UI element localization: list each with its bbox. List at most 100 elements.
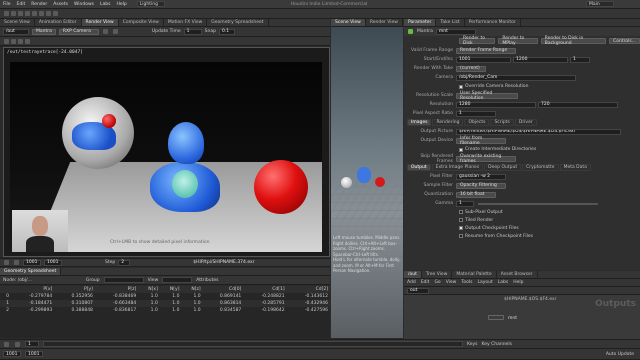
- shelf-tool-icon[interactable]: [53, 11, 58, 16]
- tab-animation-editor[interactable]: Animation Editor: [35, 19, 82, 26]
- tab-render-view-middle[interactable]: Render View: [366, 19, 403, 26]
- node-name-field[interactable]: mnt: [435, 28, 476, 35]
- network-path-field[interactable]: out: [407, 287, 429, 294]
- network-menu-view[interactable]: View: [446, 280, 457, 285]
- menu-file[interactable]: File: [3, 2, 11, 7]
- tab-scene-view-middle[interactable]: Scene View: [331, 19, 366, 26]
- desktop-selector[interactable]: Lighting: [136, 1, 165, 7]
- step-field[interactable]: 2: [118, 259, 131, 266]
- render-viewport[interactable]: /out/testrayetrace[-24.0047] Ctrl+LMB to…: [3, 47, 330, 257]
- play-back-icon[interactable]: [4, 260, 9, 265]
- tab-take-list[interactable]: Take List: [436, 19, 465, 26]
- column-header[interactable]: N[y]: [159, 286, 182, 293]
- tab-images[interactable]: Images: [407, 119, 432, 126]
- tab-geometry-spreadsheet[interactable]: Geometry Spreadsheet: [207, 19, 269, 26]
- menu-help[interactable]: Help: [117, 2, 127, 7]
- tab-parameter[interactable]: Parameter: [404, 19, 437, 26]
- shelf-tool-icon[interactable]: [39, 11, 44, 16]
- tab-rendering[interactable]: Rendering: [432, 119, 464, 126]
- frame-end-field[interactable]: 1001: [44, 259, 62, 266]
- play-forward-icon[interactable]: [14, 260, 19, 265]
- column-header[interactable]: Cd[2]: [286, 286, 330, 293]
- color-correction-icon[interactable]: [18, 38, 23, 44]
- column-header[interactable]: P[y]: [54, 286, 95, 293]
- shelf-tool-icon[interactable]: [4, 11, 9, 16]
- table-row[interactable]: 1 -0.184471 0.310807 -0.663484 1.0 1.0 1…: [0, 300, 330, 307]
- column-header[interactable]: [0, 286, 11, 293]
- output-picture-field[interactable]: $HIP/render/$HIPNAME/$OS/$HIPNAME.$OS.$F…: [456, 128, 621, 135]
- mantra-node[interactable]: [488, 315, 504, 320]
- render-icon[interactable]: [102, 29, 108, 34]
- inc-field[interactable]: 1: [570, 56, 590, 63]
- tab-geometry-spreadsheet-lower[interactable]: Geometry Spreadsheet: [0, 268, 62, 275]
- column-header[interactable]: N[z]: [181, 286, 203, 293]
- resolution-y-field[interactable]: 720: [538, 101, 618, 108]
- network-canvas[interactable]: Outputs $HIPNAME.$OS.$F4.exr mnt: [404, 295, 640, 340]
- menu-windows[interactable]: Windows: [74, 2, 94, 7]
- gamma-slider[interactable]: [478, 202, 598, 205]
- column-header[interactable]: Cd[0]: [202, 286, 244, 293]
- timeline-track[interactable]: [43, 341, 463, 347]
- menu-assets[interactable]: Assets: [53, 2, 68, 7]
- network-menu-labs[interactable]: Labs: [498, 280, 508, 285]
- skip-frames-dropdown[interactable]: Overwrite existing frames: [456, 154, 516, 164]
- view-field[interactable]: [162, 277, 193, 283]
- tab-output[interactable]: Output: [407, 164, 431, 171]
- current-frame-field[interactable]: 1: [25, 341, 39, 347]
- shelf-tool-icon[interactable]: [18, 11, 23, 16]
- render-background-button[interactable]: Render to Disk in Background: [540, 36, 607, 46]
- override-resolution-checkbox[interactable]: [459, 84, 463, 89]
- stop-icon[interactable]: [15, 341, 20, 347]
- network-menu-help[interactable]: Help: [513, 280, 523, 285]
- pixel-filter-field[interactable]: gaussian -w 2: [456, 173, 506, 180]
- tiled-render-checkbox[interactable]: [459, 218, 463, 222]
- update-time-field[interactable]: 1: [183, 28, 202, 35]
- network-menu-go[interactable]: Go: [434, 280, 440, 285]
- menu-edit[interactable]: Edit: [17, 2, 26, 7]
- group-field[interactable]: [103, 277, 144, 283]
- column-header[interactable]: N[x]: [138, 286, 160, 293]
- pause-icon[interactable]: [112, 29, 118, 34]
- frame-range-dropdown[interactable]: Render Frame Range: [456, 47, 516, 54]
- network-menu-tools[interactable]: Tools: [461, 280, 472, 285]
- resume-checkpoint-checkbox[interactable]: [459, 234, 463, 238]
- snap-field[interactable]: 0.1: [218, 28, 235, 35]
- controls-button[interactable]: Controls...: [609, 38, 640, 44]
- column-header[interactable]: P[x]: [10, 286, 55, 293]
- tab-performance-monitor[interactable]: Performance Monitor: [465, 19, 521, 26]
- pixel-aspect-field[interactable]: 1: [456, 110, 496, 117]
- render-with-take-dropdown[interactable]: (current): [456, 65, 486, 72]
- render-to-mplay-button[interactable]: Render to MPlay: [498, 36, 538, 46]
- shelf-tool-icon[interactable]: [32, 11, 37, 16]
- shelf-tool-icon[interactable]: [46, 11, 51, 16]
- tab-network-out[interactable]: /out: [404, 271, 422, 278]
- range-start-field[interactable]: 1001: [3, 351, 21, 357]
- quantization-dropdown[interactable]: 16 bit float: [456, 191, 496, 198]
- network-menu-layout[interactable]: Layout: [477, 280, 492, 285]
- render-node-path[interactable]: /out: [3, 28, 29, 35]
- column-header[interactable]: P[z]: [94, 286, 139, 293]
- menu-render[interactable]: Render: [31, 2, 47, 7]
- tab-scripts[interactable]: Scripts: [490, 119, 514, 126]
- tab-deep-output[interactable]: Deep Output: [484, 164, 522, 171]
- tab-objects[interactable]: Objects: [464, 119, 490, 126]
- frame-start-field[interactable]: 1001: [23, 259, 41, 266]
- column-header[interactable]: Cd[1]: [243, 286, 287, 293]
- network-menu-add[interactable]: Add: [407, 280, 416, 285]
- tab-motion-fx-view[interactable]: Motion FX View: [164, 19, 208, 26]
- rendered-image[interactable]: Ctrl+LMB to show detailed pixel informat…: [10, 62, 322, 252]
- shelf-tool-icon[interactable]: [11, 11, 16, 16]
- output-checkpoint-checkbox[interactable]: [459, 226, 463, 230]
- sample-filter-dropdown[interactable]: Opacity Filtering: [456, 182, 506, 189]
- camera-field[interactable]: /obj/Render_Cam: [456, 74, 576, 81]
- tab-composite-view[interactable]: Composite View: [119, 19, 164, 26]
- output-device-dropdown[interactable]: Infer from filename: [456, 136, 506, 146]
- tab-cryptomatte[interactable]: Cryptomatte: [522, 164, 559, 171]
- shelf-tool-icon[interactable]: [25, 11, 30, 16]
- snapshot-icon[interactable]: [4, 38, 9, 44]
- region-icon[interactable]: [11, 38, 16, 44]
- sub-pixel-checkbox[interactable]: [459, 210, 463, 214]
- start-field[interactable]: 1001: [456, 56, 511, 63]
- tab-material-palette[interactable]: Material Palette: [452, 271, 497, 278]
- auto-update-label[interactable]: Auto Update: [606, 352, 634, 357]
